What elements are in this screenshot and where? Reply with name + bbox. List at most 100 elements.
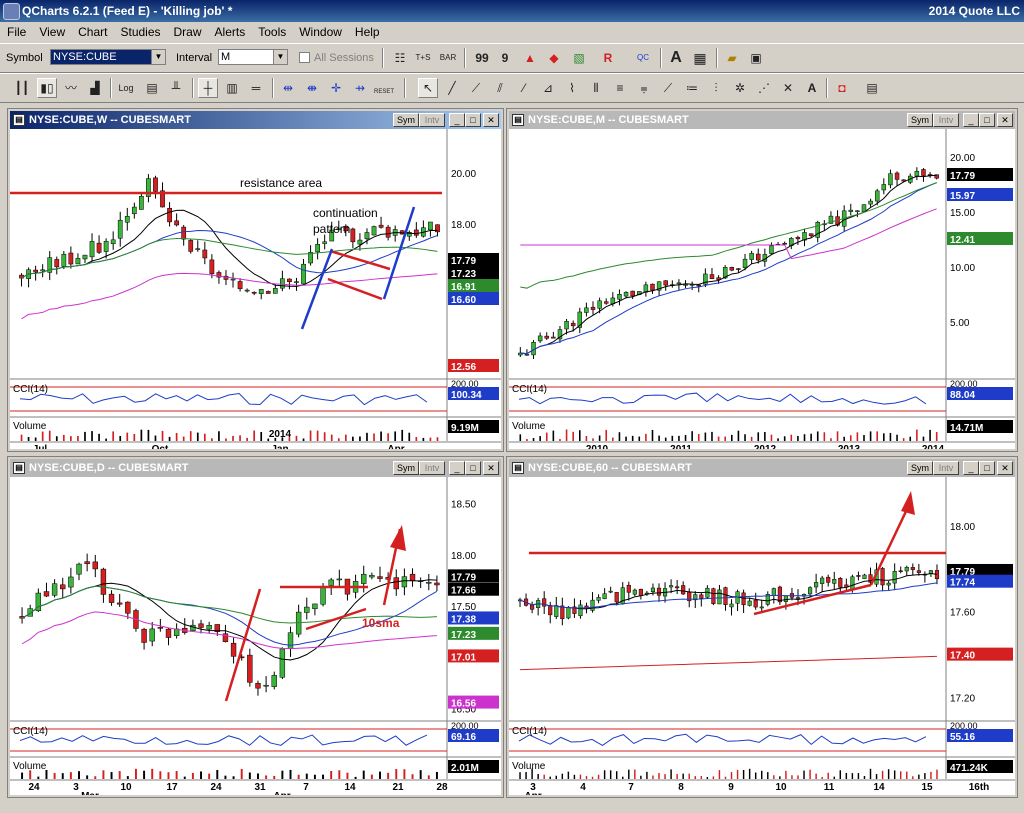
menu-draw[interactable]: Draw (167, 22, 208, 39)
daily-chart-canvas[interactable]: 18.5018.0017.5017.0016.5010sma17.7917.66… (10, 477, 501, 795)
fit-icon[interactable]: ⇹ (278, 78, 298, 98)
fan-lines-icon[interactable]: ⋰ (754, 78, 774, 98)
menu-file[interactable]: File (0, 22, 32, 39)
candle-body (742, 258, 748, 268)
reset-icon[interactable]: RESET (374, 78, 394, 98)
menu-studies[interactable]: Studies (113, 22, 166, 39)
minimize-icon[interactable]: _ (449, 461, 465, 475)
chart-window-icon: ▤ (13, 114, 25, 126)
intv-button[interactable]: Intv (419, 461, 445, 475)
maximize-icon[interactable]: □ (465, 461, 481, 475)
chart-window-monthly[interactable]: ▤ NYSE:CUBE,M -- CUBESMART Sym Intv _ □ … (506, 108, 1018, 452)
ray-icon[interactable]: ⟋ (466, 78, 486, 98)
scroll-icon[interactable]: ⇸ (350, 78, 370, 98)
equivolume-icon[interactable]: ▤ (142, 78, 162, 98)
ellipse-icon[interactable]: ⟋ (658, 78, 678, 98)
close-icon[interactable]: ✕ (997, 113, 1013, 127)
trendline-icon[interactable]: ╱ (442, 78, 462, 98)
text-annotation-icon[interactable]: A (802, 78, 822, 98)
chart-window-weekly[interactable]: ▤ NYSE:CUBE,W -- CUBESMART Sym Intv _ □ … (7, 108, 504, 452)
close-icon[interactable]: ✕ (997, 461, 1013, 475)
minimize-icon[interactable]: _ (963, 461, 979, 475)
time-sales-icon[interactable]: T+S (413, 48, 433, 68)
all-sessions-checkbox[interactable] (299, 52, 310, 63)
candle-body (782, 242, 787, 245)
chart-settings-icon[interactable]: ☷ (390, 48, 410, 68)
candle-body (361, 573, 367, 584)
log-icon[interactable]: Log (116, 78, 136, 98)
candle-body (910, 567, 915, 570)
channel-icon[interactable]: ⫽ (490, 78, 510, 98)
menu-view[interactable]: View (32, 22, 71, 39)
grid-icon[interactable]: ▦ (690, 48, 710, 68)
qc-icon[interactable]: QC (633, 48, 653, 68)
candles-icon[interactable]: ▮▯ (37, 78, 57, 98)
speed-icon[interactable]: ⩦ (634, 78, 654, 98)
menu-tools[interactable]: Tools (251, 22, 292, 39)
fan-icon[interactable]: ≡ (610, 78, 630, 98)
open-folder-icon[interactable]: ▰ (722, 48, 742, 68)
andrews-icon[interactable]: ⫶ (706, 78, 726, 98)
gann-icon[interactable]: ⊿ (538, 78, 558, 98)
intv-button[interactable]: Intv (933, 113, 959, 127)
interval-dropdown-icon[interactable]: ▼ (273, 49, 288, 65)
quote-9-icon[interactable]: 9 (495, 48, 515, 68)
speed-lines-icon[interactable]: ✕ (778, 78, 798, 98)
menu-window[interactable]: Window (292, 22, 348, 39)
rect-icon[interactable]: ≔ (682, 78, 702, 98)
volume-icon[interactable]: ▟ (85, 78, 105, 98)
monthly-chart-canvas[interactable]: 20.00 15.00 10.00 5.00 17.79 15.97 12.41 CCI(14… (509, 129, 1015, 449)
candle-body (596, 597, 601, 601)
weekly-chart-canvas[interactable]: 20.0018.0016.00resistance areacontinuati… (10, 129, 501, 449)
data-window-icon[interactable]: ▥ (222, 78, 242, 98)
sym-button[interactable]: Sym (907, 461, 933, 475)
maximize-icon[interactable]: □ (979, 113, 995, 127)
x-tick-label: 10 (120, 782, 132, 793)
kagi-icon[interactable]: ╨ (166, 78, 186, 98)
zoom-in-icon[interactable]: ⇼ (302, 78, 322, 98)
y-tick-label: 20.00 (950, 153, 975, 164)
fibonacci-icon[interactable]: ⁄ (514, 78, 534, 98)
sym-button[interactable]: Sym (393, 461, 419, 475)
menu-chart[interactable]: Chart (71, 22, 113, 39)
zoom-out-icon[interactable]: ✛ (326, 78, 346, 98)
symbol-dropdown-icon[interactable]: ▼ (151, 49, 166, 65)
graph-icon[interactable]: ▧ (569, 48, 589, 68)
save-icon[interactable]: ▣ (746, 48, 766, 68)
chart-window-daily[interactable]: ▤ NYSE:CUBE,D -- CUBESMART Sym Intv _ □ … (7, 456, 504, 798)
symbol-input[interactable]: NYSE:CUBE (50, 49, 152, 65)
pointer-icon[interactable]: ↖ (418, 78, 438, 98)
crosshair-icon[interactable]: ┼ (198, 78, 218, 98)
maximize-icon[interactable]: □ (465, 113, 481, 127)
candle-body (808, 233, 814, 237)
intv-button[interactable]: Intv (933, 461, 959, 475)
minimize-icon[interactable]: _ (963, 113, 979, 127)
properties-icon[interactable]: ▤ (862, 78, 882, 98)
line-icon[interactable]: 〰 (61, 78, 81, 98)
menu-help[interactable]: Help (348, 22, 386, 39)
split-icon[interactable]: ═ (246, 78, 266, 98)
cycles-icon[interactable]: ⌇ (562, 78, 582, 98)
font-a-icon[interactable]: A (666, 48, 686, 68)
star-icon[interactable]: ✲ (730, 78, 750, 98)
alert-icon[interactable]: ◘ (832, 78, 852, 98)
maximize-icon[interactable]: □ (979, 461, 995, 475)
chart-window-hourly[interactable]: ▤ NYSE:CUBE,60 -- CUBESMART Sym Intv _ □… (506, 456, 1018, 798)
close-icon[interactable]: ✕ (483, 461, 499, 475)
r-scanner-icon[interactable]: R (598, 48, 618, 68)
interval-input[interactable]: M (218, 49, 276, 65)
alert-bell-icon[interactable]: ▲ (520, 48, 540, 68)
close-icon[interactable]: ✕ (483, 113, 499, 127)
bars-icon[interactable]: ┃┃ (12, 78, 32, 98)
sym-button[interactable]: Sym (907, 113, 933, 127)
quote-99-icon[interactable]: 99 (472, 48, 492, 68)
sym-button[interactable]: Sym (393, 113, 419, 127)
intv-button[interactable]: Intv (419, 113, 445, 127)
hourly-chart-canvas[interactable]: 18.0017.6017.2017.7917.7417.40CCI(14) 200… (509, 477, 1015, 795)
minimize-icon[interactable]: _ (449, 113, 465, 127)
arc-icon[interactable]: ⦀ (586, 78, 606, 98)
menu-alerts[interactable]: Alerts (208, 22, 252, 39)
bar-data-icon[interactable]: BAR (438, 48, 458, 68)
chart-window-icon: ▤ (512, 462, 524, 474)
radar-icon[interactable]: ◆ (544, 48, 564, 68)
